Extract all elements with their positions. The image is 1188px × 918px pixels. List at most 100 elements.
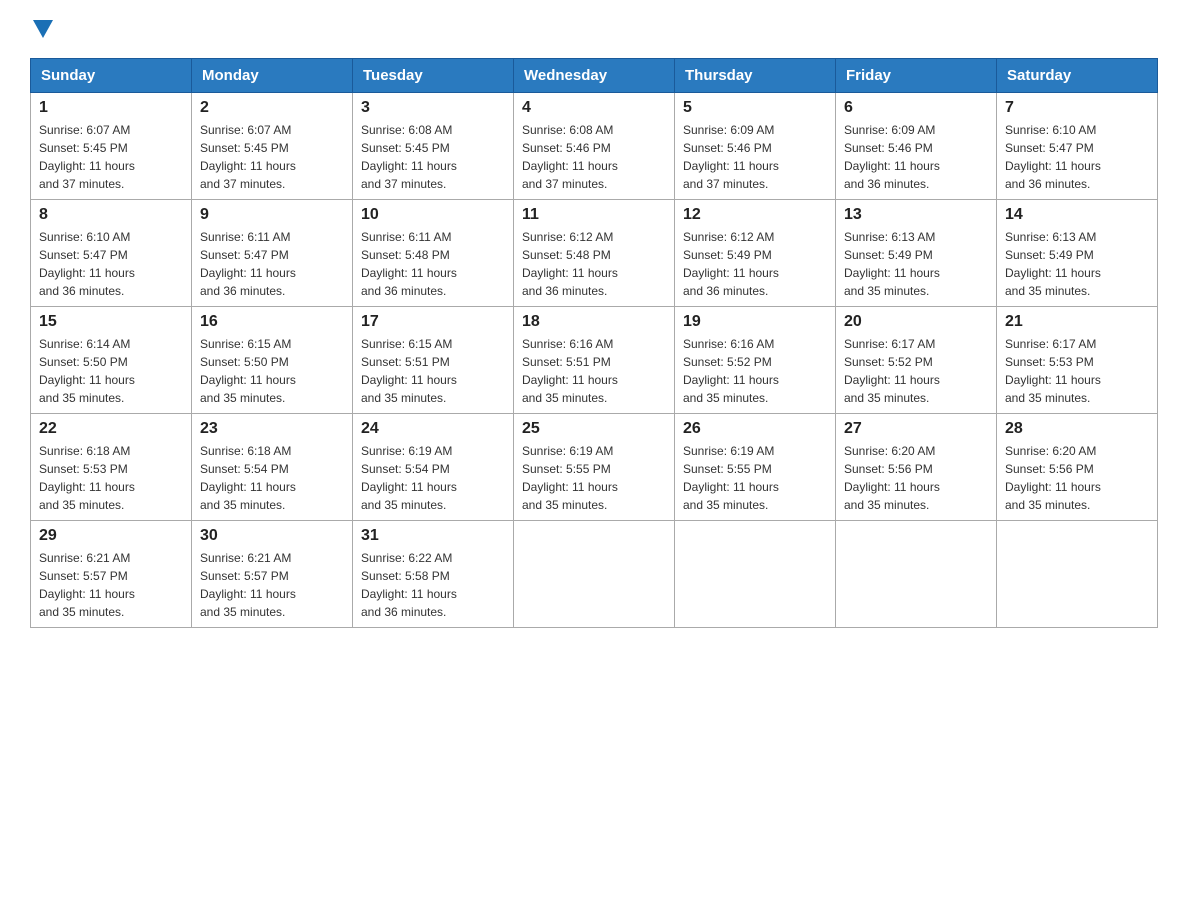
- day-info: Sunrise: 6:19 AMSunset: 5:55 PMDaylight:…: [683, 444, 779, 512]
- day-info: Sunrise: 6:16 AMSunset: 5:51 PMDaylight:…: [522, 337, 618, 405]
- day-number: 1: [39, 99, 183, 117]
- day-number: 8: [39, 206, 183, 224]
- day-number: 2: [200, 99, 344, 117]
- day-info: Sunrise: 6:19 AMSunset: 5:54 PMDaylight:…: [361, 444, 457, 512]
- day-number: 31: [361, 527, 505, 545]
- weekday-header-wednesday: Wednesday: [514, 59, 675, 93]
- day-number: 18: [522, 313, 666, 331]
- day-number: 12: [683, 206, 827, 224]
- day-info: Sunrise: 6:07 AMSunset: 5:45 PMDaylight:…: [39, 123, 135, 191]
- day-info: Sunrise: 6:18 AMSunset: 5:54 PMDaylight:…: [200, 444, 296, 512]
- calendar-cell: 8 Sunrise: 6:10 AMSunset: 5:47 PMDayligh…: [31, 200, 192, 307]
- day-info: Sunrise: 6:11 AMSunset: 5:47 PMDaylight:…: [200, 230, 296, 298]
- day-info: Sunrise: 6:15 AMSunset: 5:51 PMDaylight:…: [361, 337, 457, 405]
- day-info: Sunrise: 6:22 AMSunset: 5:58 PMDaylight:…: [361, 551, 457, 619]
- week-row-4: 22 Sunrise: 6:18 AMSunset: 5:53 PMDaylig…: [31, 414, 1158, 521]
- calendar-cell: 11 Sunrise: 6:12 AMSunset: 5:48 PMDaylig…: [514, 200, 675, 307]
- weekday-header-row: SundayMondayTuesdayWednesdayThursdayFrid…: [31, 59, 1158, 93]
- day-info: Sunrise: 6:08 AMSunset: 5:45 PMDaylight:…: [361, 123, 457, 191]
- calendar-table: SundayMondayTuesdayWednesdayThursdayFrid…: [30, 58, 1158, 628]
- calendar-cell: 20 Sunrise: 6:17 AMSunset: 5:52 PMDaylig…: [836, 307, 997, 414]
- logo: [30, 20, 56, 38]
- calendar-cell: [997, 521, 1158, 628]
- day-info: Sunrise: 6:21 AMSunset: 5:57 PMDaylight:…: [39, 551, 135, 619]
- calendar-cell: 15 Sunrise: 6:14 AMSunset: 5:50 PMDaylig…: [31, 307, 192, 414]
- day-number: 17: [361, 313, 505, 331]
- weekday-header-saturday: Saturday: [997, 59, 1158, 93]
- day-number: 29: [39, 527, 183, 545]
- calendar-cell: 18 Sunrise: 6:16 AMSunset: 5:51 PMDaylig…: [514, 307, 675, 414]
- day-info: Sunrise: 6:10 AMSunset: 5:47 PMDaylight:…: [39, 230, 135, 298]
- calendar-cell: 10 Sunrise: 6:11 AMSunset: 5:48 PMDaylig…: [353, 200, 514, 307]
- calendar-cell: 21 Sunrise: 6:17 AMSunset: 5:53 PMDaylig…: [997, 307, 1158, 414]
- calendar-cell: 5 Sunrise: 6:09 AMSunset: 5:46 PMDayligh…: [675, 93, 836, 200]
- day-number: 15: [39, 313, 183, 331]
- day-number: 19: [683, 313, 827, 331]
- day-info: Sunrise: 6:21 AMSunset: 5:57 PMDaylight:…: [200, 551, 296, 619]
- day-number: 28: [1005, 420, 1149, 438]
- calendar-cell: 17 Sunrise: 6:15 AMSunset: 5:51 PMDaylig…: [353, 307, 514, 414]
- day-number: 9: [200, 206, 344, 224]
- week-row-5: 29 Sunrise: 6:21 AMSunset: 5:57 PMDaylig…: [31, 521, 1158, 628]
- calendar-cell: 29 Sunrise: 6:21 AMSunset: 5:57 PMDaylig…: [31, 521, 192, 628]
- day-number: 16: [200, 313, 344, 331]
- calendar-cell: 9 Sunrise: 6:11 AMSunset: 5:47 PMDayligh…: [192, 200, 353, 307]
- day-info: Sunrise: 6:11 AMSunset: 5:48 PMDaylight:…: [361, 230, 457, 298]
- day-info: Sunrise: 6:18 AMSunset: 5:53 PMDaylight:…: [39, 444, 135, 512]
- day-number: 25: [522, 420, 666, 438]
- day-number: 7: [1005, 99, 1149, 117]
- calendar-cell: 27 Sunrise: 6:20 AMSunset: 5:56 PMDaylig…: [836, 414, 997, 521]
- day-info: Sunrise: 6:07 AMSunset: 5:45 PMDaylight:…: [200, 123, 296, 191]
- calendar-cell: 24 Sunrise: 6:19 AMSunset: 5:54 PMDaylig…: [353, 414, 514, 521]
- calendar-cell: 19 Sunrise: 6:16 AMSunset: 5:52 PMDaylig…: [675, 307, 836, 414]
- day-number: 27: [844, 420, 988, 438]
- calendar-cell: 7 Sunrise: 6:10 AMSunset: 5:47 PMDayligh…: [997, 93, 1158, 200]
- day-number: 6: [844, 99, 988, 117]
- week-row-1: 1 Sunrise: 6:07 AMSunset: 5:45 PMDayligh…: [31, 93, 1158, 200]
- day-info: Sunrise: 6:17 AMSunset: 5:52 PMDaylight:…: [844, 337, 940, 405]
- day-info: Sunrise: 6:08 AMSunset: 5:46 PMDaylight:…: [522, 123, 618, 191]
- weekday-header-thursday: Thursday: [675, 59, 836, 93]
- day-info: Sunrise: 6:14 AMSunset: 5:50 PMDaylight:…: [39, 337, 135, 405]
- day-number: 23: [200, 420, 344, 438]
- day-info: Sunrise: 6:10 AMSunset: 5:47 PMDaylight:…: [1005, 123, 1101, 191]
- day-info: Sunrise: 6:20 AMSunset: 5:56 PMDaylight:…: [844, 444, 940, 512]
- week-row-3: 15 Sunrise: 6:14 AMSunset: 5:50 PMDaylig…: [31, 307, 1158, 414]
- calendar-cell: 2 Sunrise: 6:07 AMSunset: 5:45 PMDayligh…: [192, 93, 353, 200]
- logo-triangle-icon: [33, 20, 53, 38]
- day-number: 11: [522, 206, 666, 224]
- day-info: Sunrise: 6:16 AMSunset: 5:52 PMDaylight:…: [683, 337, 779, 405]
- day-number: 13: [844, 206, 988, 224]
- day-info: Sunrise: 6:09 AMSunset: 5:46 PMDaylight:…: [844, 123, 940, 191]
- calendar-cell: 23 Sunrise: 6:18 AMSunset: 5:54 PMDaylig…: [192, 414, 353, 521]
- day-number: 24: [361, 420, 505, 438]
- day-number: 21: [1005, 313, 1149, 331]
- day-info: Sunrise: 6:12 AMSunset: 5:48 PMDaylight:…: [522, 230, 618, 298]
- day-info: Sunrise: 6:19 AMSunset: 5:55 PMDaylight:…: [522, 444, 618, 512]
- calendar-cell: 28 Sunrise: 6:20 AMSunset: 5:56 PMDaylig…: [997, 414, 1158, 521]
- day-number: 10: [361, 206, 505, 224]
- calendar-cell: 4 Sunrise: 6:08 AMSunset: 5:46 PMDayligh…: [514, 93, 675, 200]
- weekday-header-friday: Friday: [836, 59, 997, 93]
- calendar-cell: 3 Sunrise: 6:08 AMSunset: 5:45 PMDayligh…: [353, 93, 514, 200]
- day-info: Sunrise: 6:12 AMSunset: 5:49 PMDaylight:…: [683, 230, 779, 298]
- calendar-cell: 14 Sunrise: 6:13 AMSunset: 5:49 PMDaylig…: [997, 200, 1158, 307]
- day-number: 14: [1005, 206, 1149, 224]
- calendar-cell: 1 Sunrise: 6:07 AMSunset: 5:45 PMDayligh…: [31, 93, 192, 200]
- day-number: 4: [522, 99, 666, 117]
- day-info: Sunrise: 6:09 AMSunset: 5:46 PMDaylight:…: [683, 123, 779, 191]
- day-info: Sunrise: 6:13 AMSunset: 5:49 PMDaylight:…: [1005, 230, 1101, 298]
- calendar-cell: [514, 521, 675, 628]
- day-number: 5: [683, 99, 827, 117]
- calendar-cell: [675, 521, 836, 628]
- weekday-header-sunday: Sunday: [31, 59, 192, 93]
- day-info: Sunrise: 6:17 AMSunset: 5:53 PMDaylight:…: [1005, 337, 1101, 405]
- page-header: [30, 20, 1158, 38]
- day-info: Sunrise: 6:20 AMSunset: 5:56 PMDaylight:…: [1005, 444, 1101, 512]
- weekday-header-tuesday: Tuesday: [353, 59, 514, 93]
- week-row-2: 8 Sunrise: 6:10 AMSunset: 5:47 PMDayligh…: [31, 200, 1158, 307]
- day-number: 30: [200, 527, 344, 545]
- calendar-cell: 13 Sunrise: 6:13 AMSunset: 5:49 PMDaylig…: [836, 200, 997, 307]
- calendar-cell: 16 Sunrise: 6:15 AMSunset: 5:50 PMDaylig…: [192, 307, 353, 414]
- weekday-header-monday: Monday: [192, 59, 353, 93]
